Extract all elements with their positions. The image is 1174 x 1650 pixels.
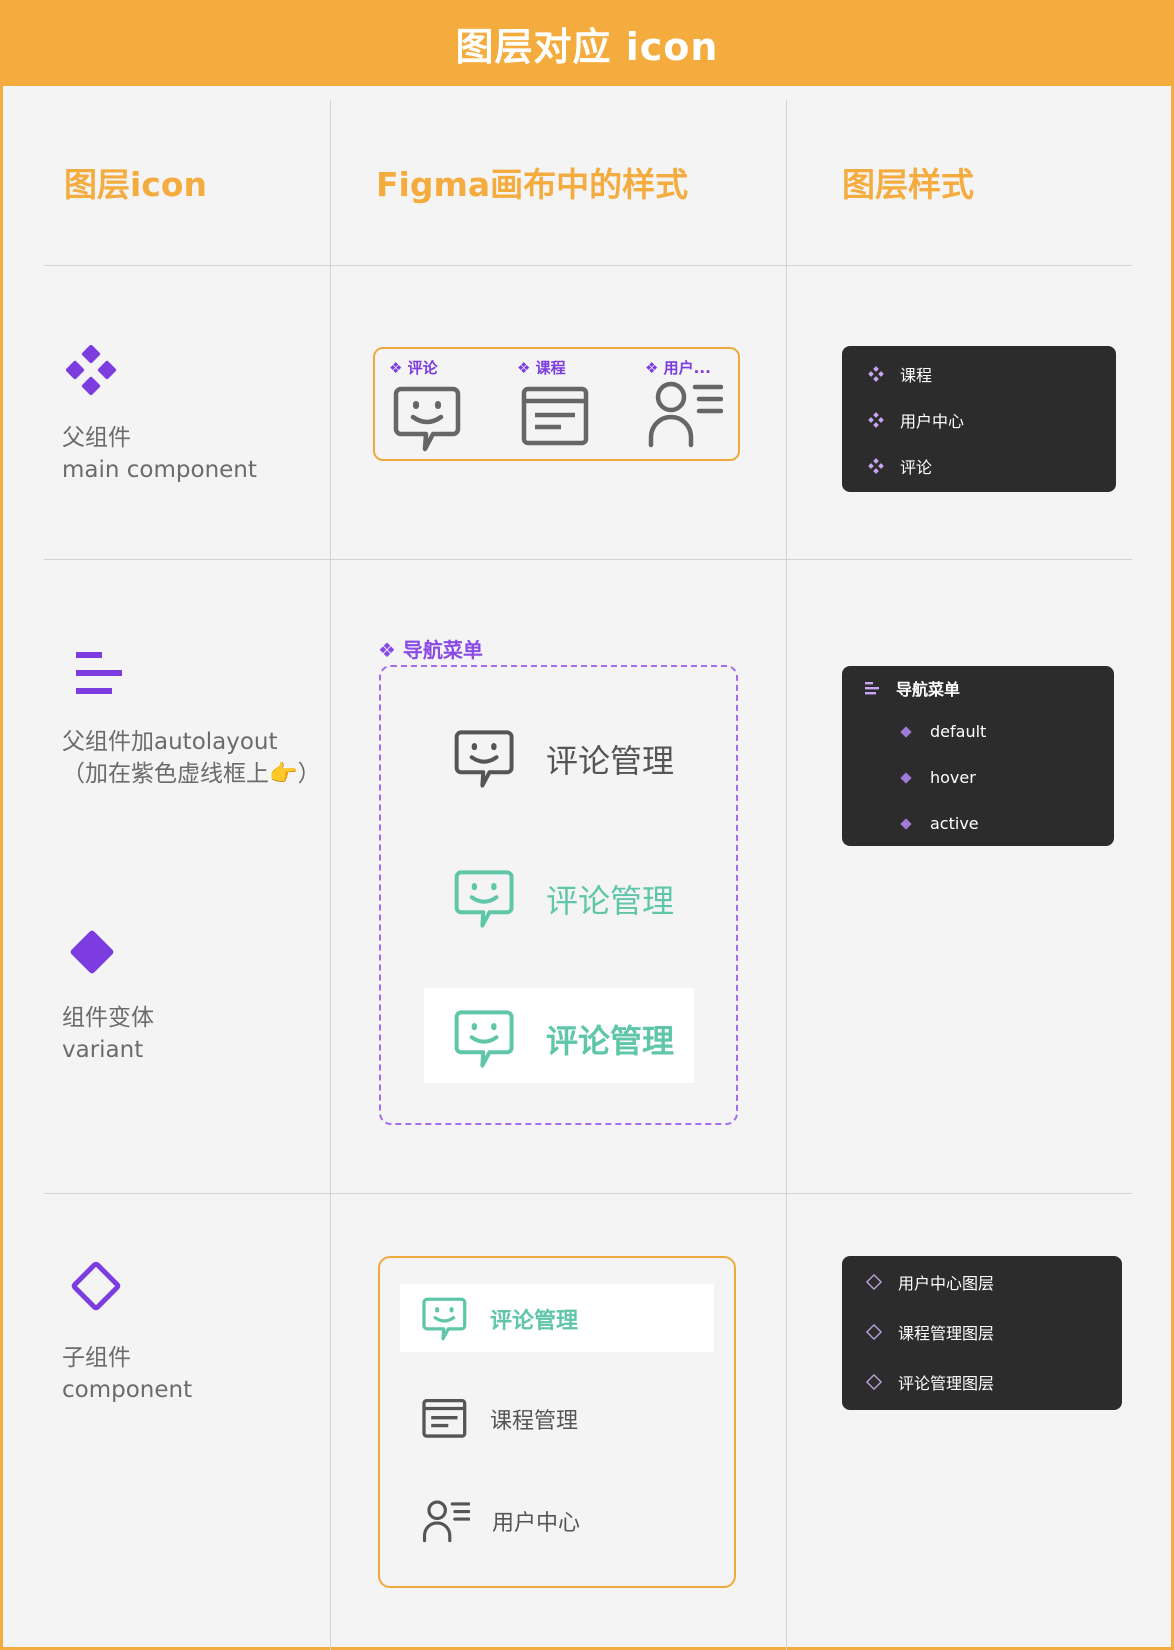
nav-item-label: 评论管理 <box>546 882 675 920</box>
layer-name: 评论 <box>900 458 933 477</box>
component-icon <box>866 458 886 474</box>
autolayout-icon <box>76 652 122 694</box>
instance-icon <box>864 1373 884 1391</box>
header-layer-icon: 图层icon <box>64 165 208 204</box>
instance-icon <box>864 1323 884 1341</box>
nav-menu-tag: ❖ 导航菜单 <box>378 638 483 662</box>
course-document-icon <box>521 386 589 446</box>
nav-item-label: 评论管理 <box>546 742 675 780</box>
sub-item-user[interactable]: 用户中心 <box>422 1498 580 1544</box>
child-component-label-cn: 子组件 <box>62 1345 131 1371</box>
layer-row[interactable]: active <box>896 814 979 833</box>
child-component-layers-panel: 用户中心图层 课程管理图层 评论管理图层 <box>842 1256 1122 1410</box>
row-divider <box>44 559 1132 560</box>
layer-row[interactable]: 课程 <box>866 362 932 386</box>
main-component-canvas-frame: ❖ 评论 ❖ 课程 ❖ 用户... <box>373 347 740 461</box>
component-icon <box>866 412 886 428</box>
child-component-label-en: component <box>62 1377 193 1403</box>
component-icon <box>866 366 886 382</box>
layer-name: 用户中心 <box>900 412 965 431</box>
chat-smile-icon <box>454 730 514 788</box>
layer-row[interactable]: 评论 <box>866 454 932 478</box>
page-banner: 图层对应 icon <box>0 0 1174 86</box>
layer-name: 用户中心图层 <box>898 1274 995 1293</box>
nav-item-label: 评论管理 <box>546 1022 675 1060</box>
variant-icon <box>896 817 916 831</box>
variant-icon <box>896 725 916 739</box>
variant-icon <box>896 771 916 785</box>
row-divider <box>44 265 1132 266</box>
layer-name: 课程管理图层 <box>898 1324 995 1343</box>
autolayout-label-cn: 父组件加autolayout <box>62 729 278 755</box>
column-divider <box>330 100 331 1650</box>
header-figma-canvas: Figma画布中的样式 <box>376 165 689 204</box>
sub-item-course[interactable]: 课程管理 <box>422 1398 578 1440</box>
layer-name: hover <box>930 768 976 787</box>
chat-smile-icon <box>422 1297 467 1341</box>
layer-row[interactable]: 导航菜单 <box>862 676 960 700</box>
layer-name: 评论管理图层 <box>898 1374 995 1393</box>
layer-row[interactable]: 课程管理图层 <box>864 1320 994 1344</box>
autolayout-icon <box>862 680 882 696</box>
sub-item-label: 评论管理 <box>490 1309 579 1334</box>
row-divider <box>44 1193 1132 1194</box>
nav-item-hover[interactable]: 评论管理 <box>454 868 674 930</box>
nav-menu-layers-panel: 导航菜单 default hover active <box>842 666 1114 846</box>
column-divider <box>786 100 787 1650</box>
user-list-icon <box>422 1500 470 1543</box>
layer-name: default <box>930 722 987 741</box>
component-tag-course: ❖ 课程 <box>517 359 566 377</box>
sub-item-comment[interactable]: 评论管理 <box>422 1296 578 1342</box>
layer-row[interactable]: 用户中心 <box>866 408 964 432</box>
chat-smile-icon <box>393 386 461 452</box>
course-document-icon <box>422 1398 467 1438</box>
chat-smile-icon <box>454 1010 514 1068</box>
main-component-label-en: main component <box>62 457 257 483</box>
layer-name: active <box>930 814 979 833</box>
instance-icon <box>864 1273 884 1291</box>
layer-name: 导航菜单 <box>896 680 961 699</box>
autolayout-label-note: （加在紫色虚线框上👉） <box>62 761 321 787</box>
main-component-icon <box>66 345 117 396</box>
instance-icon <box>71 1261 121 1311</box>
header-layer-style: 图层样式 <box>842 165 974 204</box>
component-tag-comment: ❖ 评论 <box>389 359 438 377</box>
nav-item-active[interactable]: 评论管理 <box>454 1008 674 1070</box>
layer-name: 课程 <box>900 366 933 385</box>
main-component-label-cn: 父组件 <box>62 425 131 451</box>
main-component-layers-panel: 课程 用户中心 评论 <box>842 346 1116 492</box>
layer-row[interactable]: hover <box>896 768 976 787</box>
layer-row[interactable]: 用户中心图层 <box>864 1270 994 1294</box>
variant-label-cn: 组件变体 <box>62 1005 154 1031</box>
component-tag-user: ❖ 用户... <box>645 359 711 377</box>
sub-item-label: 用户中心 <box>492 1511 581 1536</box>
nav-item-default[interactable]: 评论管理 <box>454 728 674 790</box>
variant-label-en: variant <box>62 1037 144 1063</box>
sub-item-label: 课程管理 <box>490 1409 579 1434</box>
user-list-icon <box>648 381 723 448</box>
layer-row[interactable]: default <box>896 722 986 741</box>
layer-row[interactable]: 评论管理图层 <box>864 1370 994 1394</box>
chat-smile-icon <box>454 870 514 928</box>
variant-icon <box>70 930 114 974</box>
